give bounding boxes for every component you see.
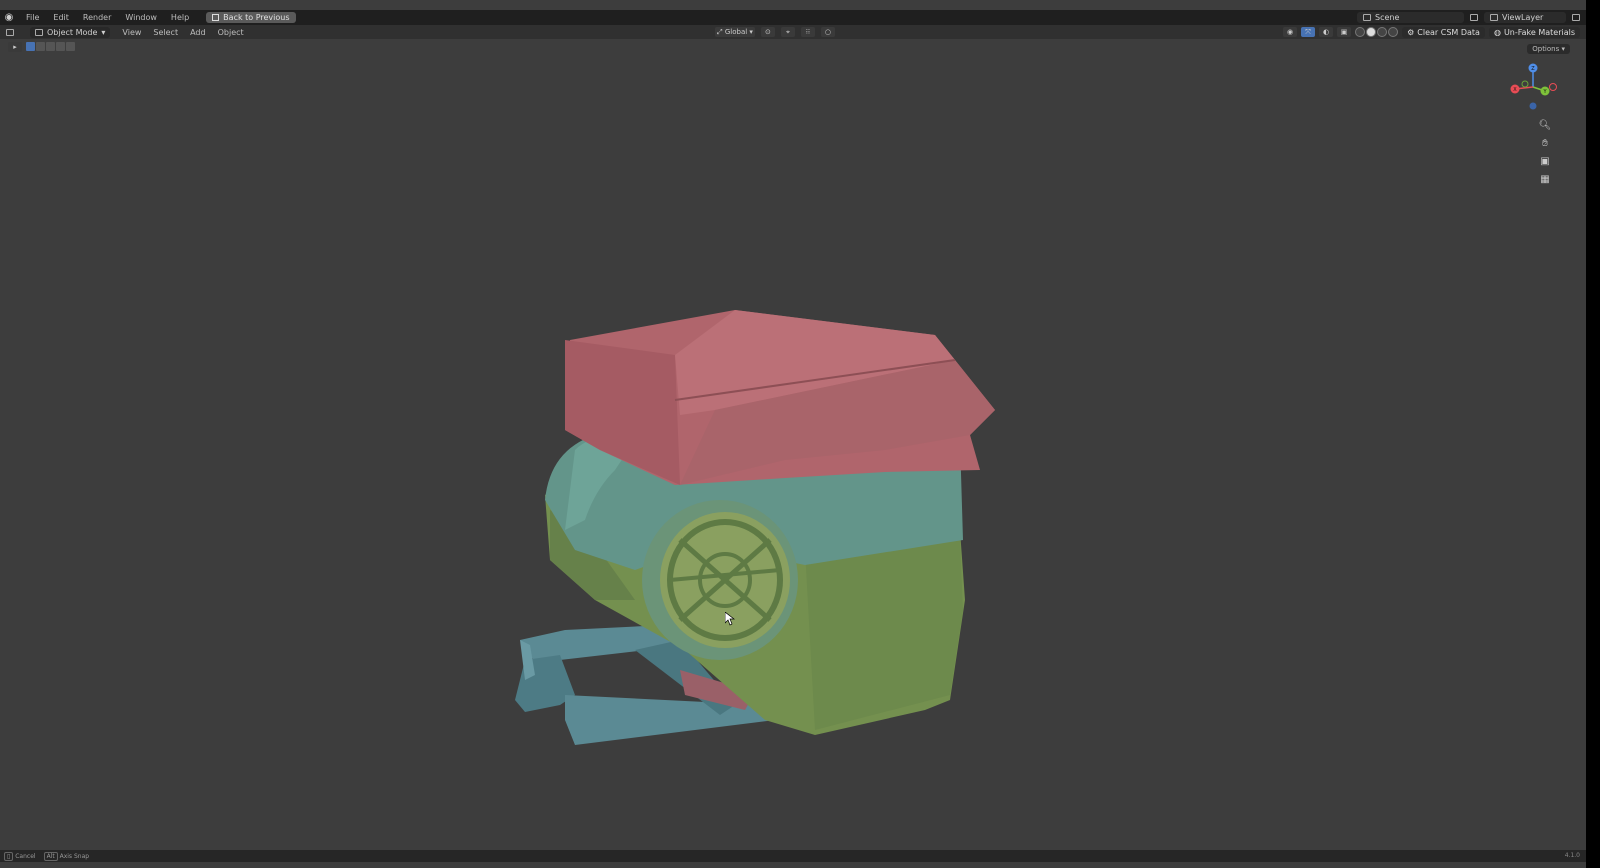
new-scene-icon[interactable] <box>1470 14 1478 21</box>
mode-label: Object Mode <box>47 27 98 37</box>
gizmo-toggle[interactable]: ⤧ <box>1301 27 1316 37</box>
view-layer-selector[interactable]: ViewLayer <box>1484 12 1566 23</box>
back-to-previous-button[interactable]: Back to Previous <box>206 12 296 23</box>
orientation-icon: ⤢ <box>717 27 723 36</box>
gizmo-neg-y-axis[interactable] <box>1521 80 1529 88</box>
plugin-icon: ⚙ <box>1407 27 1415 37</box>
cancel-label: Cancel <box>15 852 36 860</box>
menu-render[interactable]: Render <box>76 13 118 22</box>
alt-key-label: Alt <box>43 851 58 861</box>
select-extend-button[interactable] <box>36 42 45 51</box>
select-invert-button[interactable] <box>56 42 65 51</box>
screen-icon <box>212 14 220 21</box>
menu-help[interactable]: Help <box>164 13 196 22</box>
blender-logo-icon[interactable]: ◉ <box>3 12 15 23</box>
snap-target-button[interactable]: ⁝⁝ <box>800 27 815 37</box>
scene-layer-controls: Scene ViewLayer <box>1357 10 1580 25</box>
gizmo-z-label: Z <box>1531 66 1535 72</box>
viewport-tool-settings: ▸ <box>8 42 75 52</box>
navigation-gizmo[interactable]: Z Y X <box>1508 62 1558 112</box>
xray-toggle[interactable]: ▣ <box>1337 27 1352 37</box>
top-duct[interactable] <box>565 310 995 485</box>
xray-icon: ▣ <box>1340 28 1348 36</box>
cursor-tool-icon: ▸ <box>13 43 17 51</box>
view-layer-icon <box>1490 14 1498 21</box>
material-shading-button[interactable] <box>1377 27 1388 37</box>
select-intersect-button[interactable] <box>66 42 75 51</box>
menu-select[interactable]: Select <box>147 28 184 37</box>
screen-edge <box>1586 0 1600 868</box>
select-subtract-button[interactable] <box>46 42 55 51</box>
object-mode-icon <box>35 28 43 36</box>
status-item-axis-snap: Alt Axis Snap <box>43 851 90 861</box>
menu-object[interactable]: Object <box>212 28 250 37</box>
clear-csm-data-button[interactable]: ⚙ Clear CSM Data <box>1402 26 1485 38</box>
shading-mode-buttons <box>1355 27 1399 37</box>
scene-selector[interactable]: Scene <box>1357 12 1464 23</box>
3d-viewport-icon <box>6 28 14 36</box>
overlay-toggle[interactable]: ◐ <box>1319 27 1334 37</box>
snap-toggle[interactable]: ⌖ <box>780 27 795 37</box>
pan-hand-icon[interactable]: ✋︎ <box>1538 138 1552 150</box>
new-view-layer-icon[interactable] <box>1572 14 1580 21</box>
grid-icon: ⁝⁝ <box>805 28 811 36</box>
transform-orientation-selector[interactable]: ⤢ Global ▾ <box>715 27 755 37</box>
solid-shading-button[interactable] <box>1366 27 1377 37</box>
mouse-icon: ▯ <box>4 851 14 861</box>
menu-add[interactable]: Add <box>184 28 212 37</box>
axis-snap-label: Axis Snap <box>59 852 90 860</box>
viewport-header: Object Mode ▾ View Select Add Object ⤢ G… <box>0 25 1586 39</box>
status-bar: ▯ Cancel Alt Axis Snap 4.1.0 <box>0 850 1586 862</box>
wireframe-shading-button[interactable] <box>1355 27 1366 37</box>
proportional-icon: ○ <box>824 28 831 36</box>
mouse-cursor-icon <box>725 612 735 626</box>
navigation-tools: 🔍︎ ✋︎ ▣ ▦ <box>1538 120 1552 186</box>
menu-file[interactable]: File <box>19 13 46 22</box>
options-label: Options <box>1532 45 1560 53</box>
select-tool-button[interactable]: ▸ <box>8 42 22 52</box>
selection-mode-buttons <box>26 42 75 52</box>
zoom-icon[interactable]: 🔍︎ <box>1538 120 1552 132</box>
status-item-cancel: ▯ Cancel <box>4 851 36 861</box>
perspective-toggle-icon[interactable]: ▦ <box>1538 174 1552 186</box>
overlay-icon: ◐ <box>1323 28 1330 36</box>
options-dropdown[interactable]: Options ▾ <box>1527 44 1570 54</box>
gizmo-neg-z-axis[interactable] <box>1529 102 1537 110</box>
gizmo-neg-x-axis[interactable] <box>1549 83 1557 91</box>
view-layer-name: ViewLayer <box>1502 13 1544 22</box>
chevron-down-icon: ▾ <box>101 27 106 37</box>
editor-type-selector[interactable] <box>6 27 22 37</box>
proportional-edit-toggle[interactable]: ○ <box>820 27 835 37</box>
select-new-button[interactable] <box>26 42 35 51</box>
fan-inlet[interactable] <box>642 500 798 660</box>
camera-view-icon[interactable]: ▣ <box>1538 156 1552 168</box>
orientation-label: Global <box>724 28 748 36</box>
3d-model-blower-housing[interactable] <box>505 300 1005 770</box>
rendered-shading-button[interactable] <box>1388 27 1399 37</box>
transform-tools: ⤢ Global ▾ ⊙ ⌖ ⁝⁝ ○ <box>715 25 835 39</box>
scene-name: Scene <box>1375 13 1400 22</box>
clear-csm-data-label: Clear CSM Data <box>1417 27 1480 37</box>
top-menu-bar: ◉ File Edit Render Window Help Back to P… <box>0 10 1586 25</box>
pivot-icon: ⊙ <box>765 28 771 36</box>
gizmo-x-label: X <box>1513 87 1517 93</box>
menu-view[interactable]: View <box>116 28 147 37</box>
eye-icon: ◉ <box>1287 28 1294 36</box>
unfake-materials-button[interactable]: ◍ Un-Fake Materials <box>1488 26 1580 38</box>
menu-window[interactable]: Window <box>118 13 164 22</box>
menu-edit[interactable]: Edit <box>46 13 76 22</box>
unfake-materials-label: Un-Fake Materials <box>1503 27 1575 37</box>
gizmo-icon: ⤧ <box>1305 27 1311 36</box>
blender-window: ◉ File Edit Render Window Help Back to P… <box>0 0 1586 868</box>
visibility-selector[interactable]: ◉ <box>1283 27 1298 37</box>
back-to-previous-label: Back to Previous <box>223 13 290 22</box>
magnet-icon: ⌖ <box>785 27 790 36</box>
viewport-right-tools: ◉ ⤧ ◐ ▣ ⚙ Clear CSM Data ◍ Un-Fake Mater… <box>1283 25 1580 39</box>
version-label: 4.1.0 <box>1564 852 1580 859</box>
mode-selector[interactable]: Object Mode ▾ <box>30 26 111 38</box>
material-icon: ◍ <box>1493 27 1501 37</box>
scene-icon <box>1363 14 1371 21</box>
pivot-point-button[interactable]: ⊙ <box>760 27 775 37</box>
